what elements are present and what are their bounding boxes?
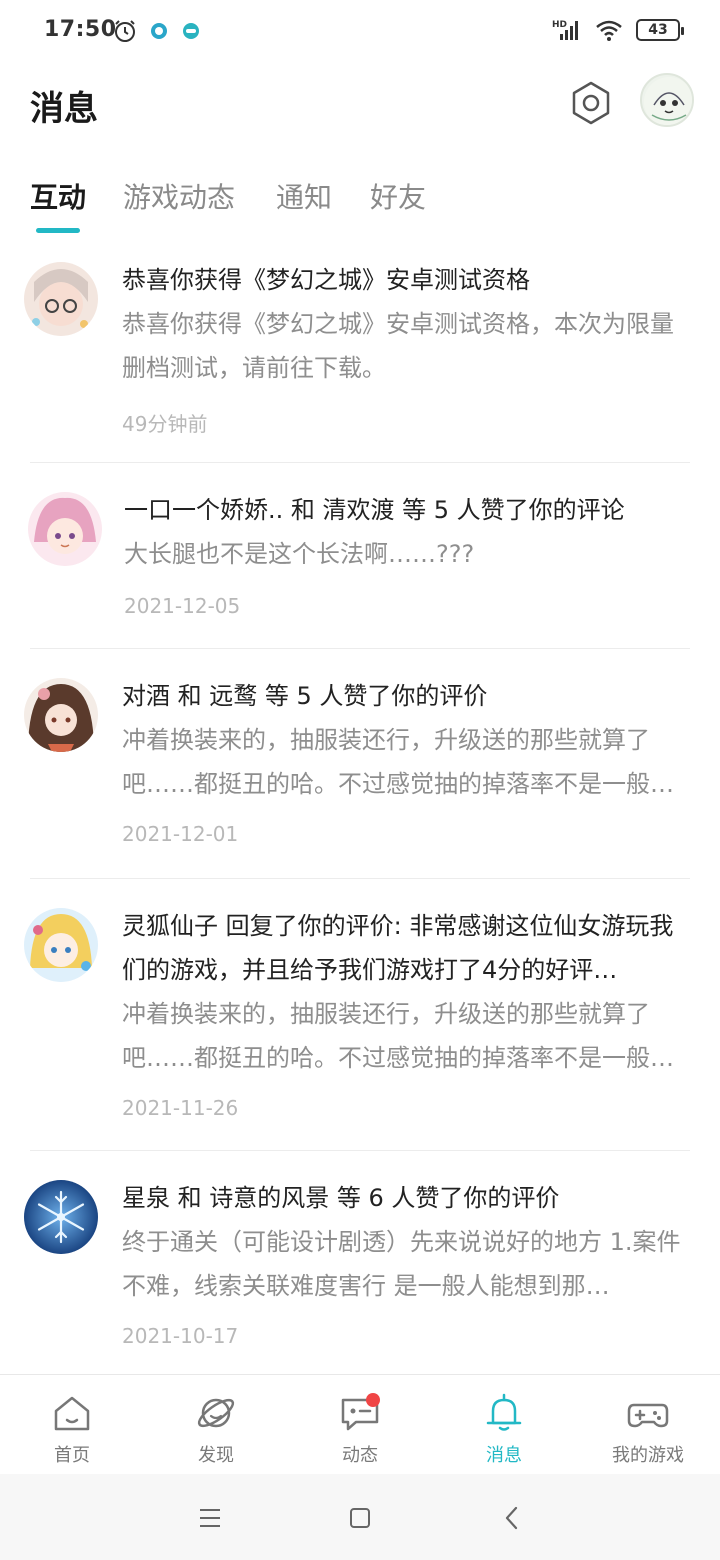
home-button[interactable] xyxy=(340,1500,380,1536)
tab-notifications[interactable]: 通知 xyxy=(276,176,332,216)
tab-friends[interactable]: 好友 xyxy=(370,176,426,216)
message-body: 终于通关（可能设计剧透）先来说说好的地方 1.案件不难，线索关联难度害行 是一般… xyxy=(122,1228,681,1300)
nav-discover[interactable]: 发现 xyxy=(144,1375,288,1475)
message-body: 冲着换装来的，抽服装还行，升级送的那些就算了吧……都挺丑的哈。不过感觉抽的掉落率… xyxy=(122,726,674,798)
user-avatar[interactable] xyxy=(640,73,694,127)
message-title: 恭喜你获得《梦幻之城》安卓测试资格 xyxy=(122,266,530,294)
back-button[interactable] xyxy=(492,1500,532,1536)
tab-bar: 互动 游戏动态 通知 好友 xyxy=(0,170,720,240)
home-icon xyxy=(54,1396,90,1431)
nav-messages[interactable]: 消息 xyxy=(432,1375,576,1475)
avatar-image xyxy=(24,678,98,752)
settings-button[interactable] xyxy=(566,78,616,128)
avatar[interactable] xyxy=(24,908,98,982)
avatar[interactable] xyxy=(24,262,98,336)
nav-label: 消息 xyxy=(486,1445,522,1466)
message-time: 2021-12-05 xyxy=(124,594,241,618)
message-title: 一口一个娇娇.. 和 清欢渡 等 5 人赞了你的评论 xyxy=(124,496,625,524)
gamepad-icon xyxy=(627,1403,669,1428)
back-arrow-icon xyxy=(505,1506,518,1530)
message-title: 星泉 和 诗意的风景 等 6 人赞了你的评价 xyxy=(122,1184,560,1212)
tab-game-updates[interactable]: 游戏动态 xyxy=(123,176,235,216)
message-title: 对酒 和 远鹜 等 5 人赞了你的评价 xyxy=(122,682,488,710)
planet-icon xyxy=(197,1398,235,1428)
svg-text:HD: HD xyxy=(552,20,567,30)
status-time: 17:50 xyxy=(44,17,117,42)
avatar-image xyxy=(28,492,102,566)
nav-feed[interactable]: 动态 xyxy=(288,1375,432,1475)
nav-label: 首页 xyxy=(54,1445,90,1466)
chat-icon-wrap xyxy=(338,1391,382,1435)
bell-icon xyxy=(486,1393,522,1431)
status-bar: 17:50 HD 43 xyxy=(0,0,720,64)
message-time: 2021-10-17 xyxy=(122,1324,239,1348)
message-body: 冲着换装来的，抽服装还行，升级送的那些就算了吧……都挺丑的哈。不过感觉抽的掉落率… xyxy=(122,1000,674,1072)
divider xyxy=(30,648,690,649)
alarm-icon xyxy=(115,20,135,42)
notification-badge xyxy=(366,1393,380,1407)
nav-label: 动态 xyxy=(342,1445,378,1466)
avatar[interactable] xyxy=(24,1180,98,1254)
message-time: 2021-11-26 xyxy=(122,1096,239,1120)
settings-icon xyxy=(572,81,610,125)
nav-label: 我的游戏 xyxy=(612,1445,684,1466)
page-title: 消息 xyxy=(30,89,98,129)
tab-interaction[interactable]: 互动 xyxy=(30,176,86,216)
message-body: 恭喜你获得《梦幻之城》安卓测试资格，本次为限量删档测试，请前往下载。 xyxy=(122,310,674,382)
list-item[interactable]: 星泉 和 诗意的风景 等 6 人赞了你的评价 终于通关（可能设计剧透）先来说说好… xyxy=(0,1164,720,1364)
app-notification-icon xyxy=(183,23,199,39)
menu-icon xyxy=(200,1509,220,1527)
avatar[interactable] xyxy=(28,492,102,566)
list-item[interactable]: 一口一个娇娇.. 和 清欢渡 等 5 人赞了你的评论 大长腿也不是这个长法啊……… xyxy=(0,476,720,649)
wifi-icon xyxy=(596,20,622,41)
app-notification-icon xyxy=(151,23,167,39)
list-item[interactable]: 恭喜你获得《梦幻之城》安卓测试资格 恭喜你获得《梦幻之城》安卓测试资格，本次为限… xyxy=(0,248,720,463)
system-navigation-bar xyxy=(0,1474,720,1560)
message-body: 大长腿也不是这个长法啊……??? xyxy=(124,540,475,568)
message-title: 灵狐仙子 回复了你的评价: 非常感谢这位仙女游玩我们的游戏，并且给予我们游戏打了… xyxy=(122,912,674,984)
avatar-image xyxy=(24,1180,98,1254)
message-time: 49分钟前 xyxy=(122,412,208,436)
divider xyxy=(30,1150,690,1151)
bottom-navigation: 首页 发现 动态 消息 我的游戏 xyxy=(0,1374,720,1474)
avatar[interactable] xyxy=(24,678,98,752)
divider xyxy=(30,462,690,463)
page-header: 消息 xyxy=(0,64,720,144)
active-tab-indicator xyxy=(36,228,80,233)
battery-icon: 43 xyxy=(636,19,684,41)
avatar-image xyxy=(644,77,692,125)
list-item[interactable]: 对酒 和 远鹜 等 5 人赞了你的评价 冲着换装来的，抽服装还行，升级送的那些就… xyxy=(0,662,720,879)
list-item[interactable]: 灵狐仙子 回复了你的评价: 非常感谢这位仙女游玩我们的游戏，并且给予我们游戏打了… xyxy=(0,892,720,1151)
recents-button[interactable] xyxy=(190,1500,230,1536)
nav-label: 发现 xyxy=(198,1445,234,1466)
divider xyxy=(30,878,690,879)
avatar-image xyxy=(24,908,98,982)
avatar-image xyxy=(24,262,98,336)
hd-signal-icon: HD xyxy=(552,20,578,40)
nav-home[interactable]: 首页 xyxy=(0,1375,144,1475)
battery-level: 43 xyxy=(648,22,668,38)
nav-my-games[interactable]: 我的游戏 xyxy=(576,1375,720,1475)
square-icon xyxy=(350,1508,370,1528)
message-time: 2021-12-01 xyxy=(122,822,239,846)
